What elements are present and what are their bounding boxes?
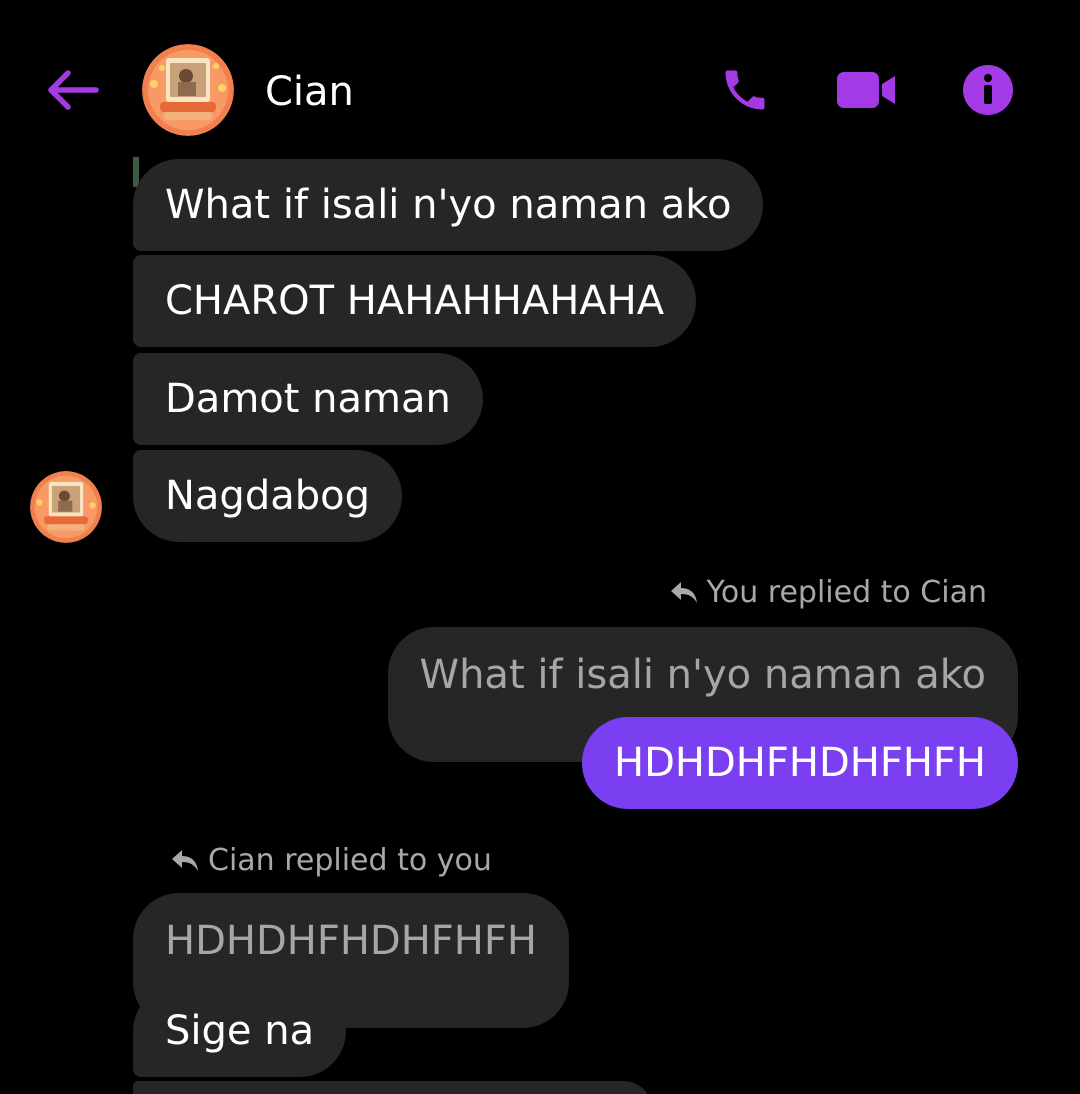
voice-call-button[interactable] <box>712 60 778 120</box>
reply-context-label: You replied to Cian <box>669 573 987 613</box>
outgoing-message[interactable]: HDHDHFHDHFHFH <box>582 717 1018 809</box>
arrow-left-icon <box>48 70 99 110</box>
reply-label-text: You replied to Cian <box>706 575 987 610</box>
info-icon <box>963 65 1013 115</box>
incoming-message[interactable]: CHAROT HAHAHHAHAHA <box>133 255 697 347</box>
sender-avatar[interactable] <box>30 471 102 543</box>
messenger-chat-screen: Cian What if isali n'yo naman ako CHAROT… <box>0 0 1080 1094</box>
video-call-button[interactable] <box>830 60 902 120</box>
contact-name[interactable]: Cian <box>265 66 354 118</box>
incoming-message-partial[interactable] <box>133 1081 653 1094</box>
back-button[interactable] <box>40 60 104 120</box>
incoming-message[interactable]: Nagdabog <box>133 450 402 542</box>
reply-context-label: Cian replied to you <box>170 841 492 881</box>
avatar-image <box>142 44 234 136</box>
incoming-message[interactable]: Sige na <box>133 985 347 1077</box>
incoming-message[interactable]: Damot naman <box>133 353 483 445</box>
video-camera-icon <box>837 72 895 108</box>
avatar-image <box>30 471 102 543</box>
reply-label-text: Cian replied to you <box>208 843 492 878</box>
reply-arrow-icon <box>172 850 198 871</box>
reply-arrow-icon <box>670 582 697 603</box>
incoming-message[interactable]: What if isali n'yo naman ako <box>133 159 764 251</box>
phone-icon <box>725 70 765 110</box>
info-button[interactable] <box>956 60 1020 120</box>
contact-avatar[interactable] <box>142 44 234 136</box>
